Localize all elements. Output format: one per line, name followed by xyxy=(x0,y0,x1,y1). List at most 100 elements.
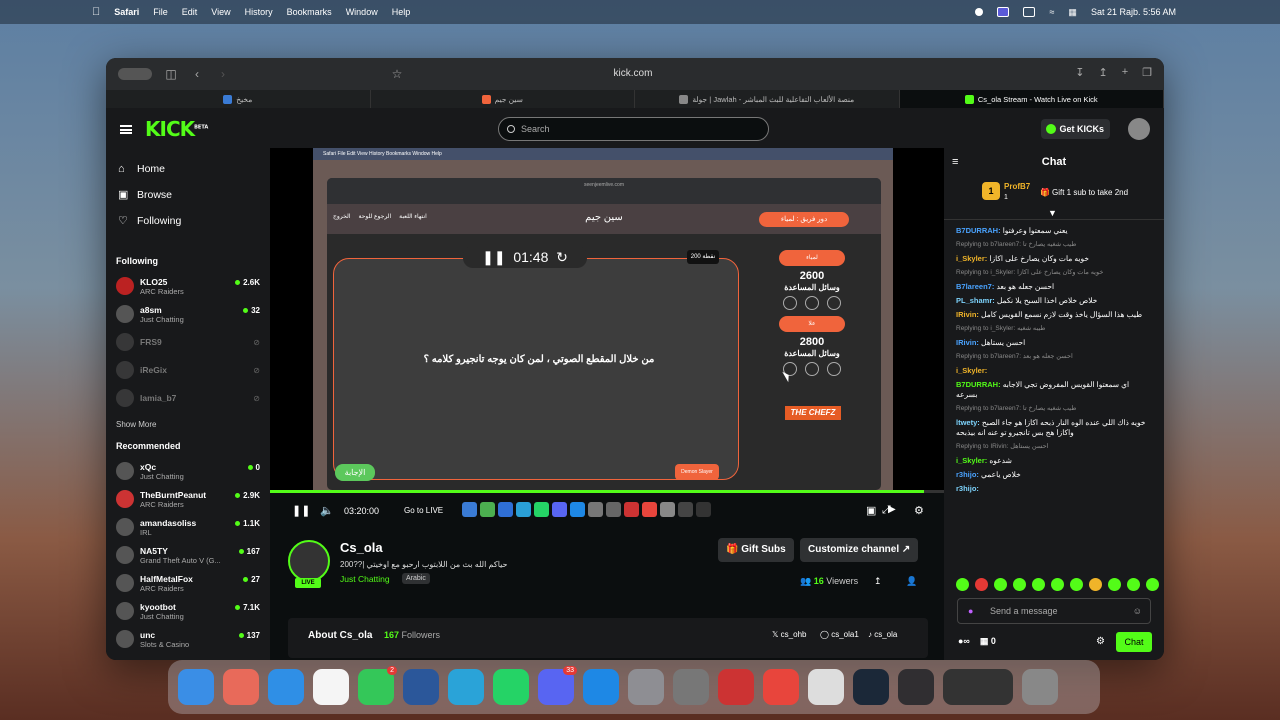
emote-icon[interactable] xyxy=(1146,578,1159,591)
channel-item-recommended[interactable]: kyootbot Just Chatting 7.1K xyxy=(106,597,270,625)
nav-following[interactable]: ♡ Following xyxy=(106,208,270,234)
remote-desktop-icon[interactable] xyxy=(718,669,754,705)
messages-icon[interactable]: 2 xyxy=(358,666,397,705)
gift-prompt[interactable]: Gift 1 sub to take 2nd xyxy=(1052,188,1128,197)
emote-icon[interactable] xyxy=(1032,578,1045,591)
app-store-icon[interactable] xyxy=(583,669,619,705)
chrome-icon[interactable] xyxy=(763,669,799,705)
favorite-star-icon[interactable]: ☆ xyxy=(390,67,404,81)
photos-icon[interactable] xyxy=(313,669,349,705)
nav-browse[interactable]: ▣ Browse xyxy=(106,182,270,208)
chat-username[interactable]: i_Skyler: xyxy=(956,366,987,375)
streamer-avatar[interactable] xyxy=(288,540,330,582)
menu-edit[interactable]: Edit xyxy=(182,7,198,17)
channel-item-recommended[interactable]: NA5TY Grand Theft Auto V (G... 167 xyxy=(106,541,270,569)
chat-settings-icon[interactable]: ⚙ xyxy=(1096,636,1105,647)
channel-item-following[interactable]: FRS9 ⊘ xyxy=(106,328,270,356)
battery-icon[interactable] xyxy=(1023,7,1036,17)
stream-category-link[interactable]: Just Chatting xyxy=(340,574,390,584)
download-icon[interactable]: ↧ xyxy=(1075,66,1084,79)
emote-icon[interactable] xyxy=(1108,578,1121,591)
trash-icon[interactable] xyxy=(1022,669,1058,705)
channel-item-recommended[interactable]: TheBurntPeanut ARC Raiders 2.9K xyxy=(106,485,270,513)
chat-username[interactable]: ltwety: xyxy=(956,418,980,427)
telegram-icon[interactable] xyxy=(448,669,484,705)
word-icon[interactable] xyxy=(403,669,439,705)
chat-username[interactable]: PL_shamr: xyxy=(956,296,995,305)
channel-item-recommended[interactable]: unc Slots & Casino 137 xyxy=(106,625,270,653)
chat-send-button[interactable]: Chat xyxy=(1116,632,1152,652)
user-avatar[interactable] xyxy=(1128,118,1150,140)
chat-username[interactable]: B7lareen7: xyxy=(956,282,994,291)
pause-icon[interactable]: ❚❚ xyxy=(292,504,310,517)
points-icon[interactable]: ●∞ xyxy=(958,636,970,646)
follow-user-icon[interactable]: 👤 xyxy=(906,576,917,587)
menu-file[interactable]: File xyxy=(153,7,168,17)
chat-message-input[interactable]: ● Send a message ☺ xyxy=(957,598,1151,624)
search-input[interactable]: Search xyxy=(498,117,769,141)
expand-icon[interactable]: ▼ xyxy=(1048,208,1057,218)
tab-3[interactable]: جولة | Jawlah - منصة الألعاب التفاعلية ل… xyxy=(635,90,900,108)
menu-app-name[interactable]: Safari xyxy=(114,7,139,17)
chat-username[interactable]: IRivin: xyxy=(956,310,979,319)
microphone-icon[interactable]: ● xyxy=(968,599,973,623)
channel-item-following[interactable]: KLO25 ARC Raiders 2.6K xyxy=(106,272,270,300)
discord-icon[interactable]: 33 xyxy=(538,666,577,705)
menu-help[interactable]: Help xyxy=(392,7,411,17)
channel-item-following[interactable]: lamia_b7 ⊘ xyxy=(106,384,270,412)
sidebar-toggle-icon[interactable]: ◫ xyxy=(164,67,178,81)
menubar-clock[interactable]: Sat 21 Rajb. 5:56 AM xyxy=(1091,7,1176,17)
menu-view[interactable]: View xyxy=(211,7,230,17)
x-social-link[interactable]: 𝕏 cs_ohb xyxy=(772,630,806,639)
chat-username[interactable]: i_Skyler: xyxy=(956,456,987,465)
chat-reply-context[interactable]: Replying to b7lareen7: احسن جعله هو بعد xyxy=(944,350,1164,364)
get-kicks-button[interactable]: Get KICKs xyxy=(1041,119,1110,139)
chat-reply-context[interactable]: Replying to i_Skyler: خويه مات وكان يصار… xyxy=(944,266,1164,280)
emote-icon[interactable] xyxy=(1051,578,1064,591)
streamer-name[interactable]: Cs_ola xyxy=(340,540,383,555)
forward-icon[interactable]: › xyxy=(216,67,230,81)
chat-username[interactable]: i_Skyler: xyxy=(956,254,987,263)
channel-item-recommended[interactable]: HalfMetalFox ARC Raiders 27 xyxy=(106,569,270,597)
address-bar[interactable]: kick.com xyxy=(420,64,846,84)
volume-icon[interactable]: 🔈 xyxy=(320,504,334,517)
streamlabs-icon[interactable] xyxy=(808,669,844,705)
tiktok-social-link[interactable]: ♪ cs_ola xyxy=(868,630,897,639)
kick-logo[interactable]: KICKBETA xyxy=(145,117,208,141)
nav-home[interactable]: ⌂ Home xyxy=(106,156,270,182)
share-icon[interactable]: ↥ xyxy=(874,576,882,587)
go-live-button[interactable]: Go to LIVE xyxy=(404,506,443,515)
tab-overview-icon[interactable]: ❐ xyxy=(1142,66,1152,79)
emote-icon[interactable] xyxy=(1013,578,1026,591)
emote-icon[interactable] xyxy=(1089,578,1102,591)
tab-1[interactable]: مخيخ xyxy=(106,90,371,108)
window-controls[interactable] xyxy=(118,68,152,80)
progress-bar[interactable] xyxy=(270,490,944,493)
emote-icon[interactable] xyxy=(956,578,969,591)
menu-window[interactable]: Window xyxy=(346,7,378,17)
screen-icon[interactable] xyxy=(997,7,1010,17)
system-settings-icon[interactable] xyxy=(628,669,664,705)
channel-item-following[interactable]: iReGix ⊘ xyxy=(106,356,270,384)
gift-subs-button[interactable]: 🎁 Gift Subs xyxy=(718,538,794,562)
chat-username[interactable]: r3hijo: xyxy=(956,484,979,493)
steam-icon[interactable] xyxy=(853,669,889,705)
gift-box-icon[interactable]: ▦ xyxy=(980,636,989,646)
launchpad-icon[interactable] xyxy=(223,669,259,705)
emote-icon[interactable] xyxy=(994,578,1007,591)
apple-menu-icon[interactable]:  xyxy=(92,6,100,18)
collapse-chat-icon[interactable]: ≡ xyxy=(952,148,958,176)
chat-reply-context[interactable]: Replying to b7lareen7: طيب شغيه يصارخ تا xyxy=(944,238,1164,252)
language-tag[interactable]: Arabic xyxy=(402,573,430,584)
share-icon[interactable]: ↥ xyxy=(1098,66,1107,79)
channel-item-recommended[interactable]: amandasoliss IRL 1.1K xyxy=(106,513,270,541)
iphone-mirroring-icon[interactable] xyxy=(673,669,709,705)
wifi-icon[interactable]: ≈ xyxy=(1049,7,1054,17)
menu-icon[interactable] xyxy=(120,124,132,134)
record-icon[interactable] xyxy=(975,8,984,16)
safari-icon[interactable] xyxy=(268,669,304,705)
chat-username[interactable]: B7DURRAH: xyxy=(956,226,1001,235)
tab-2[interactable]: سين جيم xyxy=(371,90,635,108)
clip-icon[interactable]: ▶ xyxy=(888,504,896,515)
theater-mode-icon[interactable]: ▣ xyxy=(866,504,876,517)
